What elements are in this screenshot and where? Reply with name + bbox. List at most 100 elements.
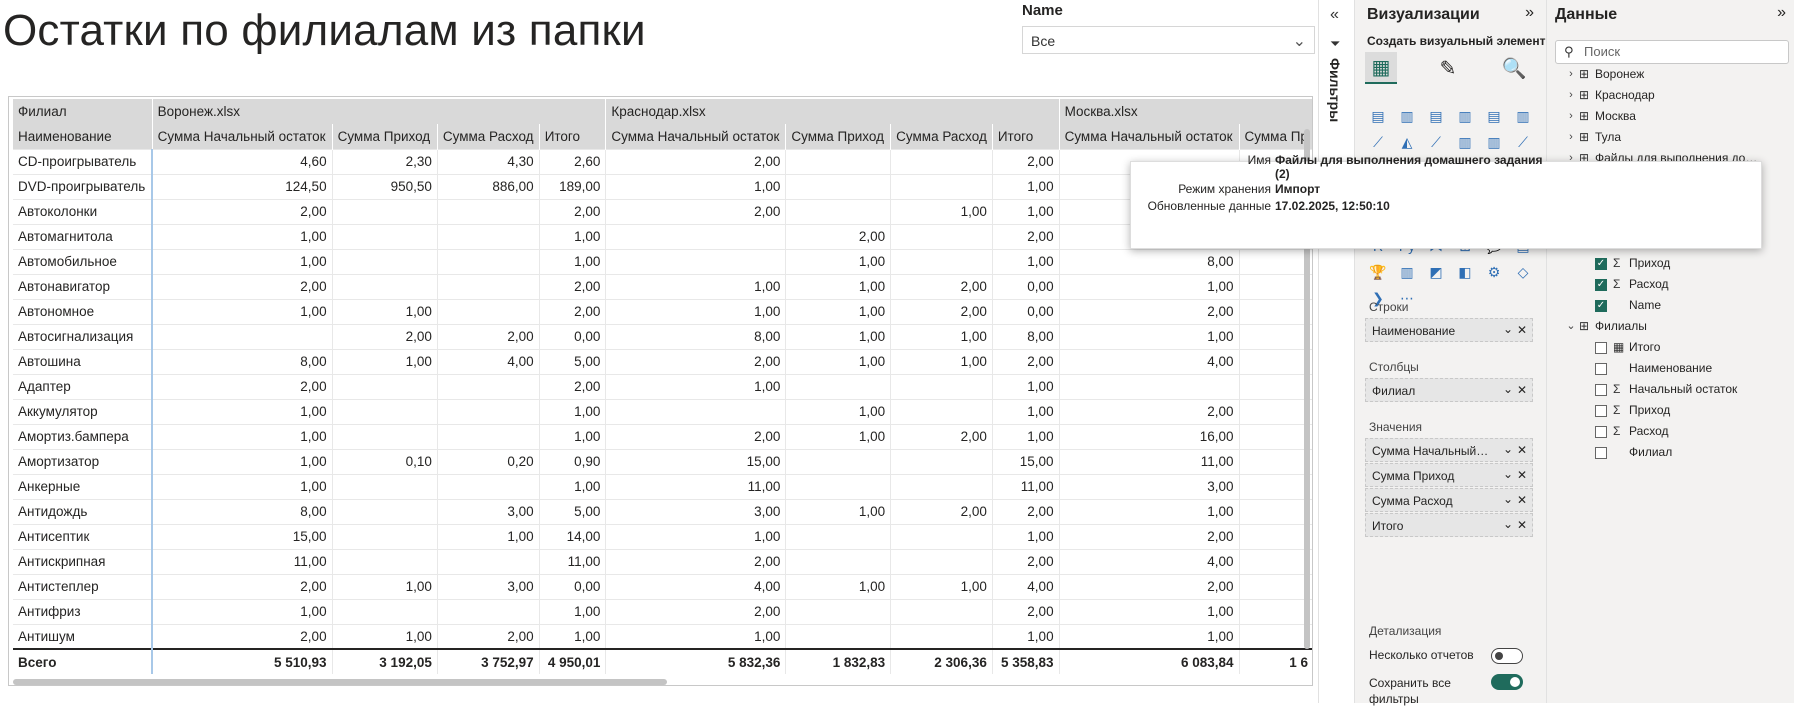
header-voronezh[interactable]: Воронеж.xlsx xyxy=(151,99,606,124)
chevron-right-icon[interactable]: › xyxy=(1565,127,1577,148)
header-measure[interactable]: Сумма Приход xyxy=(785,124,891,149)
row-header-cell[interactable]: DVD-проигрыватель xyxy=(13,173,154,199)
cross-report-toggle[interactable] xyxy=(1491,648,1523,664)
field-item[interactable]: Σ Приход xyxy=(1547,400,1794,421)
keep-filters-toggle[interactable] xyxy=(1491,674,1523,690)
paginated-report-icon[interactable]: ▥ xyxy=(1396,262,1418,282)
horizontal-scrollbar[interactable] xyxy=(13,679,667,685)
field-checkbox[interactable]: ✓ xyxy=(1595,300,1607,312)
field-item[interactable]: ✓ Name xyxy=(1547,295,1794,316)
row-header-cell[interactable]: Антискрипная xyxy=(13,548,154,574)
field-item[interactable]: Наименование xyxy=(1547,358,1794,379)
row-header-cell[interactable]: Антидождь xyxy=(13,498,154,524)
header-filial[interactable]: Филиал xyxy=(13,99,153,124)
row-header-cell[interactable]: Автомобильное xyxy=(13,248,154,274)
table-item[interactable]: › ⊞ Краснодар xyxy=(1547,85,1794,106)
table-row[interactable]: Автошина 8,00 1,00 4,00 5,00 2,00 1,00 1,00 2,00… xyxy=(13,348,1312,374)
chevron-down-icon[interactable]: ⌄ xyxy=(1503,322,1513,336)
line-chart-icon[interactable]: ⟋ xyxy=(1367,132,1389,152)
field-item[interactable]: ✓ Σ Расход xyxy=(1547,274,1794,295)
area-chart-icon[interactable]: ◭ xyxy=(1396,132,1418,152)
table-row[interactable]: Антистеплер 2,00 1,00 3,00 0,00 4,00 1,00 1,00 4… xyxy=(13,573,1312,599)
chevron-down-icon[interactable]: ⌄ xyxy=(1503,442,1513,456)
field-checkbox[interactable] xyxy=(1595,426,1607,438)
field-item[interactable]: Филиал xyxy=(1547,442,1794,463)
table-row[interactable]: Антифриз 1,00 1,00 2,00 2,00 1,00 xyxy=(13,598,1312,624)
stacked-bar-icon[interactable]: ▤ xyxy=(1367,106,1389,126)
row-header-cell[interactable]: Амортизатор xyxy=(13,448,154,474)
table-row[interactable]: Автономное 1,00 1,00 2,00 1,00 1,00 2,00 0,00 2,… xyxy=(13,298,1312,324)
table-item[interactable]: › ⊞ Москва xyxy=(1547,106,1794,127)
table-row[interactable]: Аккумулятор 1,00 1,00 1,00 1,00 2,00 xyxy=(13,398,1312,424)
field-checkbox[interactable] xyxy=(1595,363,1607,375)
table-row[interactable]: Антисептик 15,00 1,00 14,00 1,00 1,00 2,00 xyxy=(13,523,1312,549)
table-row[interactable]: Автонавигатор 2,00 2,00 1,00 1,00 2,00 0,00 1,0… xyxy=(13,273,1312,299)
header-measure[interactable]: Сумма Начальный остаток xyxy=(151,124,333,149)
row-header-cell[interactable]: Автоколонки xyxy=(13,198,154,224)
table-row[interactable]: DVD-проигрыватель 124,50 950,50 886,00 189,0… xyxy=(13,173,1312,199)
chevron-down-icon[interactable]: ⌄ xyxy=(1503,382,1513,396)
stacked-area-icon[interactable]: ⟋ xyxy=(1425,132,1447,152)
header-measure[interactable]: Сумма Расход xyxy=(890,124,993,149)
row-header-cell[interactable]: CD-проигрыватель xyxy=(13,148,154,174)
filters-pane-collapsed[interactable]: « ⏷ Фильтры xyxy=(1318,0,1354,703)
analytics-icon[interactable]: 🔍 xyxy=(1498,52,1530,84)
table-row[interactable]: Автомобильное 1,00 1,00 1,00 1,00 8,00 xyxy=(13,248,1312,274)
power-apps-icon[interactable]: ◩ xyxy=(1425,262,1447,282)
table-row[interactable]: Амортизатор 1,00 0,10 0,20 0,90 15,00 15,00 11,… xyxy=(13,448,1312,474)
table-row[interactable]: CD-проигрыватель 4,60 2,30 4,30 2,60 2,00 2,00 xyxy=(13,148,1312,174)
table-row[interactable]: Антишум 2,00 1,00 2,00 1,00 1,00 1,00 1,00 xyxy=(13,623,1312,649)
format-visual-icon[interactable]: ✎ xyxy=(1432,52,1464,84)
table-row[interactable]: Амортиз.бампера 1,00 1,00 2,00 1,00 2,00 1,00 1… xyxy=(13,423,1312,449)
clustered-bar-icon[interactable]: ▤ xyxy=(1425,106,1447,126)
table-item[interactable]: › ⊞ Тула xyxy=(1547,127,1794,148)
field-checkbox[interactable] xyxy=(1595,384,1607,396)
header-measure[interactable]: Итого xyxy=(538,124,606,149)
row-header-cell[interactable]: Антистеплер xyxy=(13,573,154,599)
chevron-down-icon[interactable]: ⌄ xyxy=(1503,467,1513,481)
expand-pane-icon[interactable]: « xyxy=(1330,6,1339,24)
row-header-cell[interactable]: Автонавигатор xyxy=(13,273,154,299)
table-row[interactable]: Антискрипная 11,00 11,00 2,00 2,00 4,00 xyxy=(13,548,1312,574)
filters-label[interactable]: Фильтры xyxy=(1327,58,1343,122)
remove-field-icon[interactable]: ✕ xyxy=(1517,443,1527,457)
table-row[interactable]: Адаптер 2,00 2,00 1,00 1,00 xyxy=(13,373,1312,399)
matrix-visual[interactable]: Филиал Воронеж.xlsx Краснодар.xlsx Москв… xyxy=(8,96,1313,686)
header-measure[interactable]: Сумма Пр xyxy=(1238,124,1312,149)
values-field-3[interactable]: Сумма Расход ⌄ ✕ xyxy=(1365,488,1533,512)
row-header-cell[interactable]: Автосигнализация xyxy=(13,323,154,349)
table-row[interactable]: Автоколонки 2,00 2,00 2,00 1,00 1,00 xyxy=(13,198,1312,224)
remove-field-icon[interactable]: ✕ xyxy=(1517,518,1527,532)
100-bar-icon[interactable]: ▤ xyxy=(1483,106,1505,126)
row-header-cell[interactable]: Антишум xyxy=(13,623,154,649)
header-naimenovanie[interactable]: Наименование xyxy=(13,124,153,149)
chevron-down-icon[interactable]: ⌄ xyxy=(1503,517,1513,531)
line-column-2-icon[interactable]: ▥ xyxy=(1483,132,1505,152)
header-measure[interactable]: Сумма Начальный остаток xyxy=(605,124,786,149)
table-row[interactable]: Анкерные 1,00 1,00 11,00 11,00 3,00 xyxy=(13,473,1312,499)
field-checkbox[interactable]: ✓ xyxy=(1595,279,1607,291)
power-automate-icon[interactable]: ◧ xyxy=(1454,262,1476,282)
field-item[interactable]: ✓ Σ Приход xyxy=(1547,253,1794,274)
remove-field-icon[interactable]: ✕ xyxy=(1517,493,1527,507)
header-measure[interactable]: Сумма Расход xyxy=(436,124,540,149)
header-krasnodar[interactable]: Краснодар.xlsx xyxy=(605,99,1060,124)
rows-field-naimenovanie[interactable]: Наименование ⌄ ✕ xyxy=(1365,318,1533,342)
diamond-icon[interactable]: ◇ xyxy=(1512,262,1534,282)
values-field-4[interactable]: Итого ⌄ ✕ xyxy=(1365,513,1533,537)
row-header-cell[interactable]: Антисептик xyxy=(13,523,154,549)
stacked-column-icon[interactable]: ▥ xyxy=(1396,106,1418,126)
remove-field-icon[interactable]: ✕ xyxy=(1517,383,1527,397)
collapse-pane-icon[interactable]: » xyxy=(1525,4,1534,22)
table-row[interactable]: Автосигнализация 2,00 2,00 0,00 8,00 1,00 1,00… xyxy=(13,323,1312,349)
custom-icon[interactable]: ⚙ xyxy=(1483,262,1505,282)
row-header-cell[interactable]: Аккумулятор xyxy=(13,398,154,424)
field-checkbox[interactable] xyxy=(1595,405,1607,417)
name-slicer-dropdown[interactable]: Все ⌄ xyxy=(1022,26,1315,54)
chevron-down-icon[interactable]: ⌄ xyxy=(1565,316,1577,337)
row-header-cell[interactable]: Автономное xyxy=(13,298,154,324)
metrics-icon[interactable]: 🏆 xyxy=(1367,262,1389,282)
chevron-right-icon[interactable]: › xyxy=(1565,85,1577,106)
header-measure[interactable]: Сумма Начальный остаток xyxy=(1058,124,1240,149)
header-moscow[interactable]: Москва.xlsx xyxy=(1058,99,1312,124)
